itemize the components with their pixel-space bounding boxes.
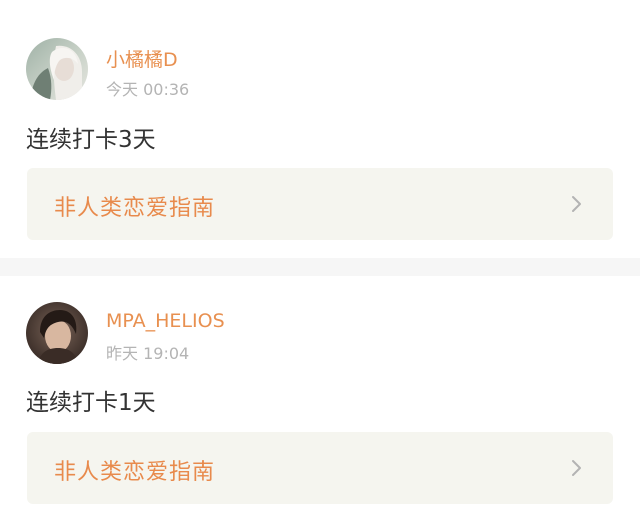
avatar[interactable] <box>26 38 88 100</box>
feed-post: 小橘橘D 今天 00:36 连续打卡3天 非人类恋爱指南 <box>0 0 640 258</box>
chevron-right-icon <box>572 196 581 212</box>
post-timestamp: 今天 00:36 <box>106 80 190 99</box>
username[interactable]: 小橘橘D <box>106 45 178 72</box>
username[interactable]: MPA_HELIOS <box>106 310 225 332</box>
topic-card[interactable]: 非人类恋爱指南 <box>27 168 613 240</box>
topic-label: 非人类恋爱指南 <box>54 460 216 485</box>
chevron-right-icon <box>572 460 581 476</box>
avatar[interactable] <box>26 302 88 364</box>
post-content: 连续打卡1天 <box>26 390 156 416</box>
post-timestamp: 昨天 19:04 <box>106 344 190 363</box>
topic-card[interactable]: 非人类恋爱指南 <box>27 432 613 504</box>
post-divider <box>0 258 640 276</box>
topic-label: 非人类恋爱指南 <box>54 196 216 221</box>
feed-post: MPA_HELIOS 昨天 19:04 连续打卡1天 非人类恋爱指南 <box>0 276 640 521</box>
post-content: 连续打卡3天 <box>26 127 156 153</box>
